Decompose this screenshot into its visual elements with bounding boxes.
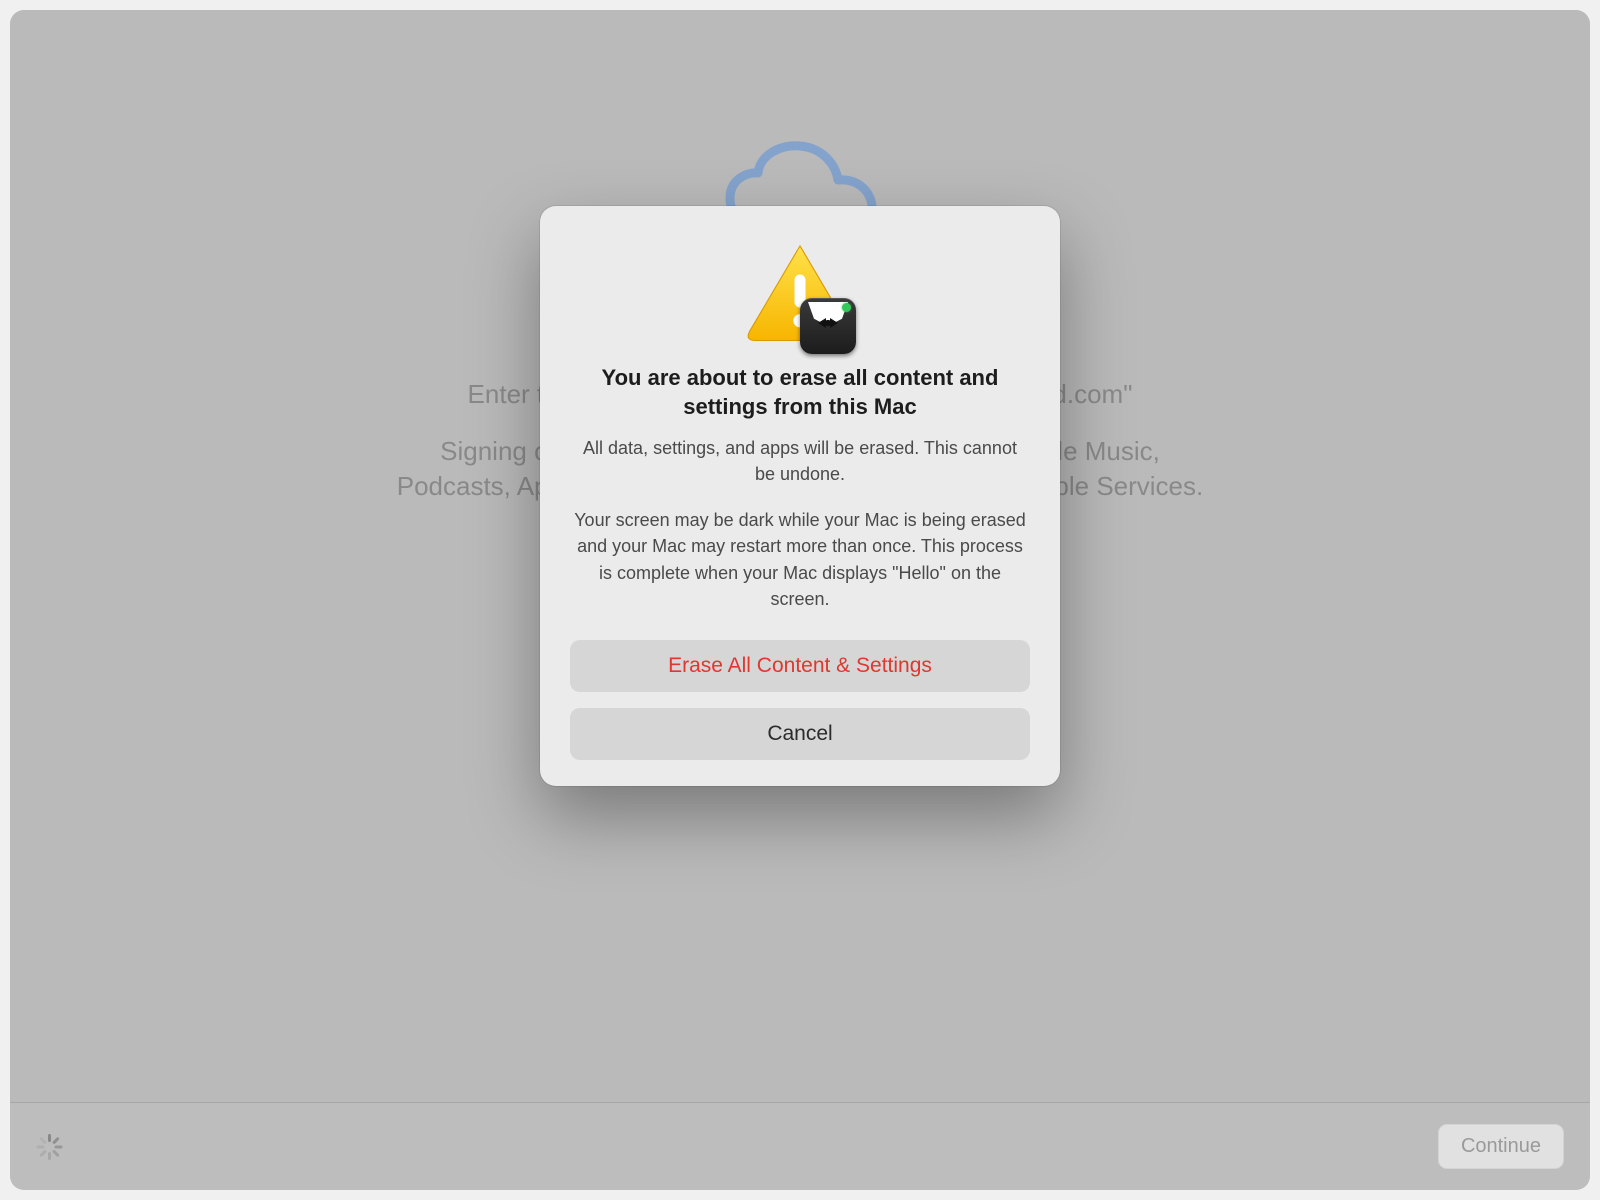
alert-body-2: Your screen may be dark while your Mac i… bbox=[570, 507, 1030, 611]
alert-title: You are about to erase all content and s… bbox=[570, 364, 1030, 421]
footer-bar: Continue bbox=[10, 1102, 1590, 1190]
cancel-button[interactable]: Cancel bbox=[570, 708, 1030, 760]
alert-body-1: All data, settings, and apps will be era… bbox=[570, 435, 1030, 487]
erase-all-button[interactable]: Erase All Content & Settings bbox=[570, 640, 1030, 692]
erase-confirmation-dialog: You are about to erase all content and s… bbox=[540, 206, 1060, 786]
erase-assistant-window: Si gn Out of Apple I D Enter the p asswo… bbox=[10, 10, 1590, 1190]
continue-button[interactable]: Continue bbox=[1438, 1124, 1564, 1169]
loading-spinner-icon bbox=[36, 1134, 62, 1160]
alert-icon-group bbox=[570, 236, 1030, 346]
setup-assistant-app-icon bbox=[800, 298, 856, 354]
